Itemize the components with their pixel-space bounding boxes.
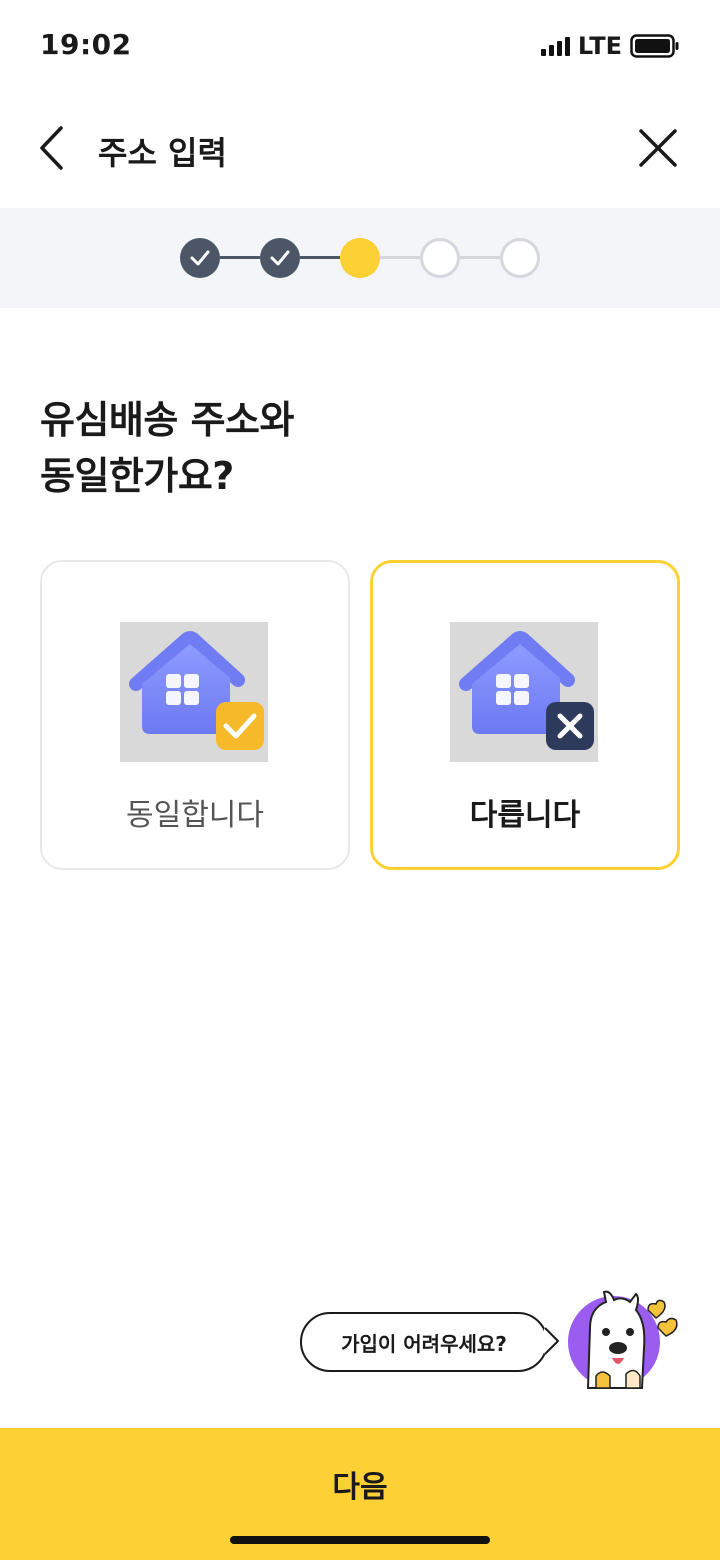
step-connector xyxy=(460,256,500,259)
page-title: 주소 입력 xyxy=(98,134,227,172)
step-connector xyxy=(380,256,420,259)
step-connector xyxy=(220,256,260,259)
step-3-current xyxy=(340,238,380,278)
house-x-icon xyxy=(450,622,598,762)
close-button[interactable] xyxy=(632,122,684,174)
battery-icon xyxy=(630,34,680,58)
option-same-label: 동일합니다 xyxy=(126,798,264,833)
back-button[interactable] xyxy=(28,120,76,176)
question-line-1: 유심배송 주소와 xyxy=(40,398,294,442)
option-same-address[interactable]: 동일합니다 xyxy=(40,560,350,870)
option-different-address[interactable]: 다릅니다 xyxy=(370,560,680,870)
house-check-icon xyxy=(120,622,268,762)
progress-stepper xyxy=(0,208,720,308)
check-icon xyxy=(270,250,290,266)
question-line-2: 동일한가요? xyxy=(40,454,234,498)
step-2-done xyxy=(260,238,300,278)
step-1-done xyxy=(180,238,220,278)
question-heading: 유심배송 주소와 동일한가요? xyxy=(40,392,294,504)
app-header: 주소 입력 xyxy=(0,92,720,208)
status-icons: LTE xyxy=(540,32,680,60)
step-4-todo xyxy=(420,238,460,278)
next-button[interactable]: 다음 xyxy=(0,1428,720,1560)
close-icon xyxy=(639,129,677,167)
bubble-tail xyxy=(544,1327,559,1355)
stepper-track xyxy=(180,238,540,278)
help-bubble[interactable]: 가입이 어려우세요? xyxy=(300,1312,548,1372)
status-time: 19:02 xyxy=(40,28,132,61)
mascot-icon[interactable] xyxy=(560,1288,684,1392)
chevron-left-icon xyxy=(40,126,63,170)
next-button-label: 다음 xyxy=(332,1470,388,1505)
status-bar: 19:02 LTE xyxy=(0,0,720,92)
option-different-label: 다릅니다 xyxy=(469,798,581,833)
home-indicator xyxy=(230,1536,490,1544)
step-5-todo xyxy=(500,238,540,278)
network-type: LTE xyxy=(577,32,622,60)
signal-icon xyxy=(540,36,570,56)
check-icon xyxy=(190,250,210,266)
step-connector xyxy=(300,256,340,259)
